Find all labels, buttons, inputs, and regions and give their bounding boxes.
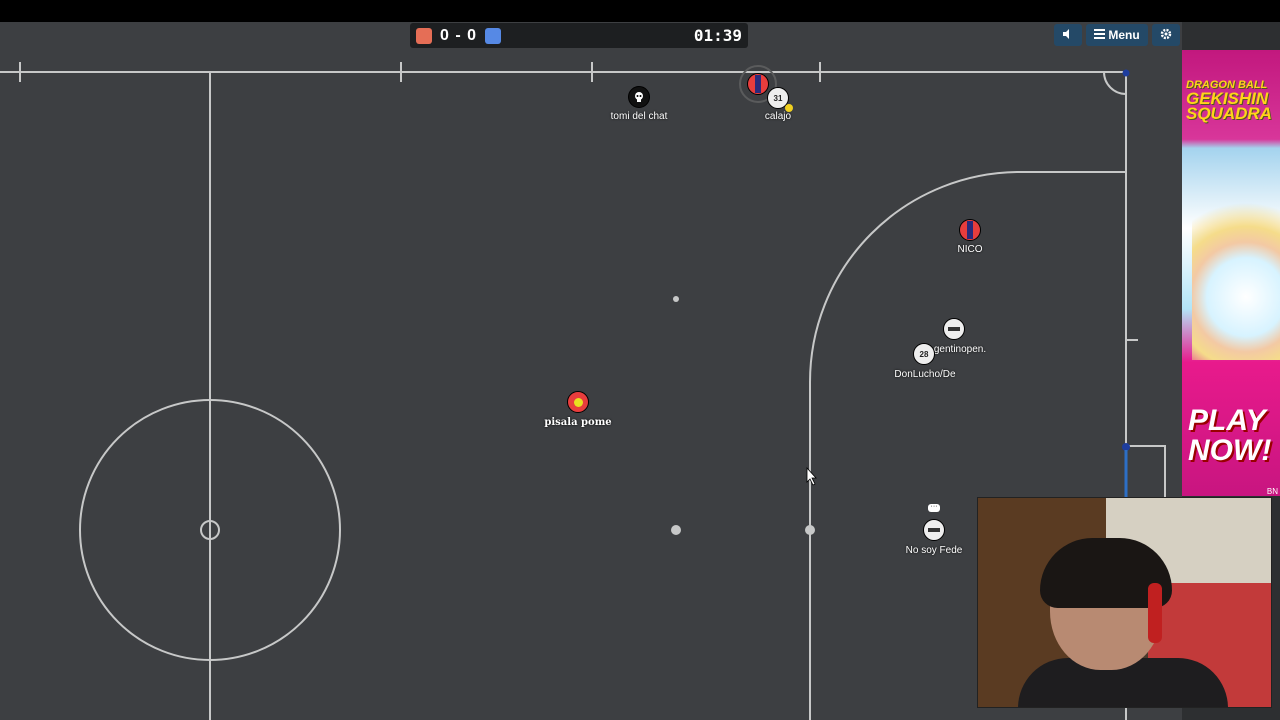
player-name: calajo xyxy=(764,111,792,122)
menu-button[interactable]: Menu xyxy=(1086,24,1148,46)
player-name: gentinopen. xyxy=(933,344,987,355)
player-disc xyxy=(747,73,769,95)
sound-button[interactable] xyxy=(1054,24,1082,46)
corner-arc xyxy=(1103,71,1127,95)
menu-label: Menu xyxy=(1108,28,1140,42)
ad-title: DRAGON BALL GEKISHIN SQUADRA xyxy=(1186,80,1280,123)
player-disc: 28 xyxy=(913,343,935,365)
scoreboard: 0 - 0 01:39 xyxy=(410,23,748,48)
match-timer: 01:39 xyxy=(693,26,742,45)
blue-score: 0 xyxy=(467,26,478,44)
advertisement-banner[interactable]: DRAGON BALL GEKISHIN SQUADRA PLAY NOW! B… xyxy=(1182,50,1280,496)
goal-frame xyxy=(1126,445,1166,497)
goal-post xyxy=(1122,443,1130,451)
ad-cta-line: PLAY xyxy=(1188,404,1266,437)
player-name: NICO xyxy=(957,244,983,255)
disc-mark xyxy=(928,528,940,532)
disc-mark xyxy=(573,397,583,407)
hamburger-icon xyxy=(1094,28,1106,42)
chat-bubble-icon: ··· xyxy=(928,503,940,512)
speaker-icon xyxy=(1062,28,1074,43)
ad-character-art xyxy=(1192,150,1280,360)
stripe xyxy=(967,221,973,239)
line-marker xyxy=(805,525,815,535)
score-display: 0 - 0 xyxy=(440,27,477,45)
disc-mark xyxy=(948,327,960,331)
stripe xyxy=(755,75,761,93)
goal-post xyxy=(1122,69,1130,77)
penalty-spot xyxy=(671,525,681,535)
webcam-headset xyxy=(1148,583,1162,643)
skull-icon xyxy=(628,86,650,108)
red-score: 0 xyxy=(440,26,450,44)
red-team-indicator xyxy=(416,27,432,44)
mouse-cursor xyxy=(806,466,817,486)
player-name: tomi del chat xyxy=(610,111,668,122)
player-name: pisala pome xyxy=(544,417,612,428)
ad-footer: BN xyxy=(1266,487,1278,496)
settings-button[interactable] xyxy=(1152,24,1180,46)
player-name: No soy Fede xyxy=(905,545,963,556)
player-disc xyxy=(567,391,589,413)
player-disc xyxy=(959,219,981,241)
player-disc xyxy=(923,519,945,541)
ad-cta-line: NOW! xyxy=(1188,434,1272,467)
player-disc xyxy=(943,318,965,340)
gear-icon xyxy=(1160,28,1172,43)
ad-cta[interactable]: PLAY NOW! xyxy=(1188,406,1271,466)
spot-marker xyxy=(673,296,679,302)
player-name: DonLucho/De xyxy=(894,369,956,380)
ad-title-line: SQUADRA xyxy=(1186,104,1272,123)
blue-team-indicator xyxy=(485,27,502,44)
webcam-overlay xyxy=(977,497,1272,708)
score-separator: - xyxy=(455,26,462,44)
